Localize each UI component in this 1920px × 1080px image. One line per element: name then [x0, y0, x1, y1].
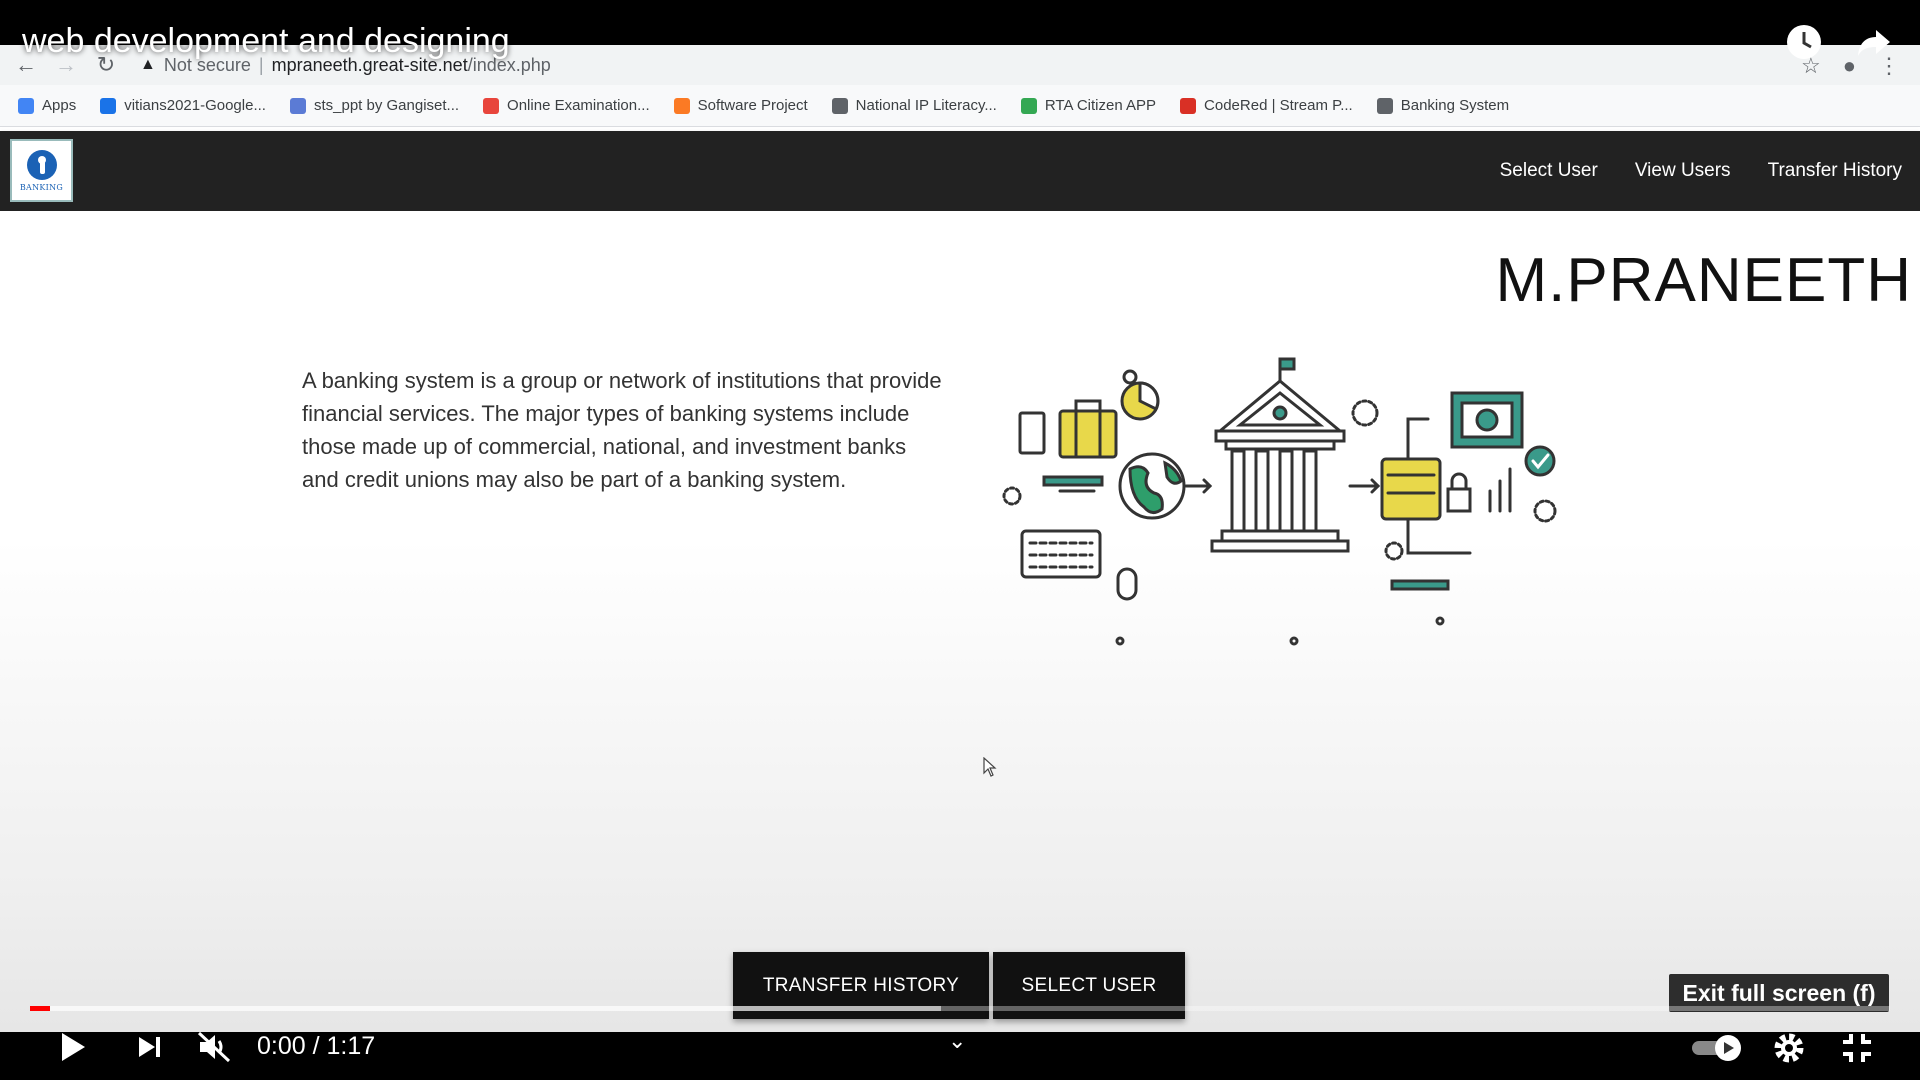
rta-icon	[1020, 97, 1037, 114]
progress-bar[interactable]	[30, 1006, 1890, 1011]
bank-logo[interactable]: BANKING	[10, 139, 73, 202]
time-separator: /	[305, 1032, 327, 1060]
bookmark-label: National IP Literacy...	[855, 97, 997, 114]
bank-building-icon	[1210, 357, 1350, 553]
bookmark-item[interactable]: Online Examination...	[483, 97, 650, 114]
bank-logo-icon	[26, 149, 57, 180]
bookmark-label: Banking System	[1400, 97, 1510, 114]
codered-icon	[1180, 97, 1197, 114]
bookmarks-bar: Apps vitians2021-Google... sts_ppt by Gang…	[0, 85, 1920, 127]
site-navbar: BANKING Select User View Users Transfer …	[0, 131, 1920, 211]
pie-chart-icon	[1120, 381, 1160, 421]
bookmark-item[interactable]: vitians2021-Google...	[100, 97, 266, 114]
nav-transfer-history[interactable]: Transfer History	[1768, 160, 1902, 182]
site-icon	[483, 97, 500, 114]
time-current: 0:00	[257, 1032, 306, 1060]
time-total: 1:17	[326, 1032, 376, 1060]
share-icon[interactable]	[1854, 22, 1894, 62]
next-icon[interactable]	[136, 1033, 164, 1061]
watch-later-icon[interactable]	[1784, 22, 1824, 62]
bookmark-label: Apps	[42, 97, 77, 114]
muted-volume-icon[interactable]	[196, 1030, 232, 1064]
progress-loaded	[30, 1006, 942, 1011]
progress-played	[30, 1006, 51, 1011]
xampp-icon	[673, 97, 690, 114]
check-circle-icon	[1524, 445, 1556, 477]
bookmark-item[interactable]: CodeRed | Stream P...	[1180, 97, 1353, 114]
hero-section: M.PRANEETH A banking system is a group o…	[0, 211, 1920, 1032]
play-icon[interactable]	[58, 1030, 88, 1064]
mouse-icon	[1116, 567, 1138, 601]
bookmark-item[interactable]: Software Project	[673, 97, 808, 114]
bookmark-label: CodeRed | Stream P...	[1204, 97, 1353, 114]
bar-chart-icon	[1488, 467, 1512, 513]
bookmark-item[interactable]: sts_ppt by Gangiset...	[289, 97, 460, 114]
padlock-icon	[1446, 472, 1472, 513]
nav-view-users[interactable]: View Users	[1635, 160, 1731, 182]
google-chat-icon	[100, 97, 117, 114]
calculator-icon	[1018, 411, 1046, 455]
bookmark-label: Online Examination...	[507, 97, 650, 114]
credit-card-icon	[1380, 457, 1442, 521]
mouse-cursor-icon	[983, 757, 997, 777]
globe-icon	[1118, 452, 1186, 520]
logo-text: BANKING	[19, 182, 64, 192]
bookmark-label: vitians2021-Google...	[124, 97, 266, 114]
bookmark-label: sts_ppt by Gangiset...	[313, 97, 460, 114]
globe-icon	[831, 97, 848, 114]
bookmark-item[interactable]: Banking System	[1376, 97, 1510, 114]
apps-grid-icon	[18, 97, 34, 114]
chevron-down-icon[interactable]: ⌄	[948, 1028, 966, 1054]
video-title: web development and designing	[22, 22, 510, 60]
bookmark-item[interactable]: RTA Citizen APP	[1020, 97, 1157, 114]
bookmark-label: RTA Citizen APP	[1044, 97, 1157, 114]
bookmark-label: Software Project	[697, 97, 808, 114]
money-bill-icon	[1450, 391, 1524, 449]
bookmark-item[interactable]: National IP Literacy...	[831, 97, 997, 114]
globe-icon	[1376, 97, 1393, 114]
browser-window: ← → ↻ ▲ Not secure | mpraneeth.great-sit…	[0, 45, 1920, 1032]
bookmark-item[interactable]: Apps	[18, 97, 76, 114]
keyboard-icon	[1020, 529, 1102, 579]
autoplay-toggle[interactable]	[1690, 1034, 1746, 1062]
exit-fullscreen-icon[interactable]	[1840, 1032, 1874, 1064]
banking-illustration	[1002, 357, 1557, 646]
nav-select-user[interactable]: Select User	[1500, 160, 1598, 182]
circle-icon	[289, 97, 306, 114]
briefcase-icon	[1058, 399, 1118, 459]
owner-name: M.PRANEETH	[1495, 246, 1912, 315]
time-display: 0:00 / 1:17	[257, 1031, 375, 1061]
settings-gear-icon[interactable]	[1772, 1031, 1806, 1065]
banking-description: A banking system is a group or network o…	[302, 368, 942, 492]
